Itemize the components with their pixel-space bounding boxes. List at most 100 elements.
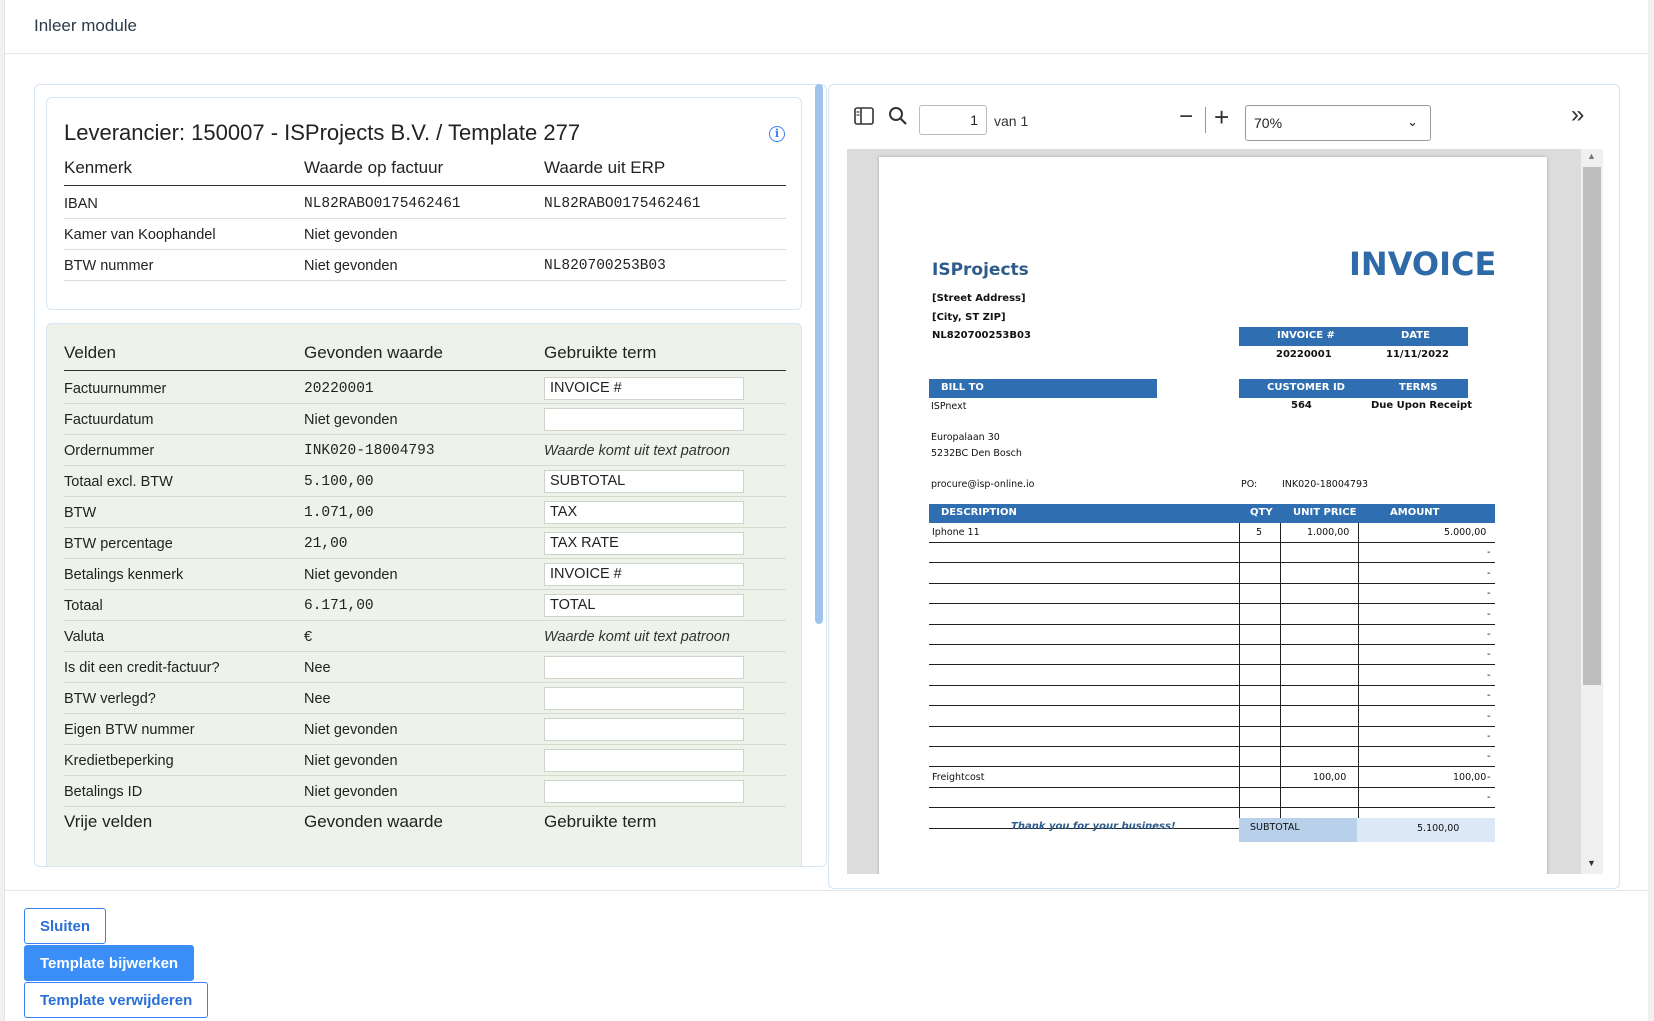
zoom-value: 70% [1254,115,1283,131]
supplier-row-label: IBAN [64,196,98,212]
field-row-label: BTW [64,505,97,521]
pdf-scrollbar[interactable]: ▲ ▼ [1581,149,1603,874]
term-input[interactable]: TAX RATE [544,532,744,555]
supplier-table-header: Kenmerk Waarde op factuur Waarde uit ERP [64,156,786,186]
line1-unit: 1.000,00 [1307,527,1350,538]
background-page-edge-right [1648,0,1654,1021]
date-label: DATE [1401,330,1430,341]
field-row-label: BTW verlegd? [64,691,156,707]
pdf-toolbar: 1 van 1 − + 70% ⌄ » [829,85,1619,149]
more-tools-icon[interactable]: » [1571,101,1584,129]
sidebar-toggle-icon[interactable] [854,107,874,131]
field-row: BTW verlegd? Nee [64,683,786,714]
subtotal-value: 5.100,00 [1417,823,1460,834]
term-input[interactable] [544,687,744,710]
empty-amount-dash: - [1487,792,1491,804]
line1-amount: 5.000,00 [1444,527,1487,538]
term-input[interactable] [544,408,744,431]
col-description: DESCRIPTION [941,507,1017,518]
zoom-in-icon[interactable]: + [1214,102,1229,133]
supplier-row-invoice: Niet gevonden [304,227,398,243]
col-amount: AMOUNT [1390,507,1440,518]
field-row-value: 21,00 [304,536,348,552]
term-input[interactable]: TOTAL [544,594,744,617]
close-button[interactable]: Sluiten [24,908,107,944]
freight-unit: 100,00 [1313,772,1347,784]
field-row-label: Ordernummer [64,443,155,459]
field-row-value: Nee [304,660,331,676]
pdf-panel: 1 van 1 − + 70% ⌄ » ISProjects INVOICE [… [828,84,1620,889]
field-row-value: Niet gevonden [304,567,398,583]
terms-value: Due Upon Receipt [1371,400,1472,411]
field-row: Totaal 6.171,00 TOTAL [64,590,786,621]
empty-amount-dash: - [1487,731,1491,742]
field-row-label: Valuta [64,629,105,645]
grid-line [929,644,1495,645]
inleer-modal: Inleer module Leverancier: 150007 - ISPr… [0,0,1654,1021]
field-row-note: Waarde komt uit text patroon [544,629,730,645]
left-panel[interactable]: Leverancier: 150007 - ISProjects B.V. / … [34,84,827,867]
pdf-scroll-thumb[interactable] [1583,167,1601,685]
grid-line [929,603,1495,605]
term-input[interactable]: INVOICE # [544,377,744,400]
invoice-heading: INVOICE [1349,245,1497,283]
grid-line [929,705,1495,707]
po-value: INK020-18004793 [1282,479,1369,490]
field-row-value: Nee [304,691,331,707]
term-input[interactable] [544,749,744,772]
supplier-row-label: BTW nummer [64,258,154,274]
chevron-down-icon: ⌄ [1407,114,1418,129]
empty-amount-dash: - [1487,649,1491,661]
term-input[interactable] [544,718,744,741]
grid-line [929,684,1495,686]
search-icon[interactable] [888,106,908,132]
supplier-row-invoice: NL82RABO0175462461 [304,196,461,212]
col-gevonden-waarde: Gevonden waarde [304,343,443,362]
empty-amount-dash: - [1487,588,1491,600]
thanks-text: Thank you for your business! [1011,821,1176,832]
freight-desc: Freightcost [932,772,985,784]
field-row-value: Niet gevonden [304,412,398,428]
term-input[interactable]: SUBTOTAL [544,470,744,493]
modal-footer-divider [5,890,1648,891]
scroll-up-icon[interactable]: ▲ [1587,151,1596,161]
field-row: Eigen BTW nummer Niet gevonden [64,714,786,745]
supplier-title: Leverancier: 150007 - ISProjects B.V. / … [64,120,581,145]
delete-template-button[interactable]: Template verwijderen [24,982,209,1018]
empty-amount-dash: - [1487,710,1491,722]
invoice-meta-header: INVOICE # DATE [1239,327,1468,346]
info-icon[interactable]: i [769,126,785,142]
empty-amount-dash: - [1487,547,1491,559]
col-unit-price: UNIT PRICE [1293,507,1357,518]
background-page-edge [0,0,5,1021]
scroll-down-icon[interactable]: ▼ [1587,858,1596,868]
pdf-viewer[interactable]: ISProjects INVOICE [Street Address] [Cit… [847,149,1603,874]
field-row-value: 6.171,00 [304,598,374,614]
grid-line [929,766,1495,768]
grid-line [929,542,1495,543]
update-template-button[interactable]: Template bijwerken [24,945,195,981]
freight-amount: 100,00 [1453,772,1487,784]
field-row-label: Betalings ID [64,784,143,800]
invoice-address2: [City, ST ZIP] [932,312,1006,323]
line-items-header: DESCRIPTION QTY UNIT PRICE AMOUNT [929,504,1495,523]
term-input[interactable] [544,656,744,679]
bill-address2: 5232BC Den Bosch [931,448,1022,459]
bill-to-name: ISPnext [931,401,967,412]
page-number-input[interactable]: 1 [919,105,987,135]
invoice-no-value: 20220001 [1276,349,1332,360]
zoom-select[interactable]: 70% ⌄ [1245,105,1431,141]
line1-desc: Iphone 11 [932,527,980,538]
field-row-value: 1.071,00 [304,505,374,521]
term-input[interactable]: TAX [544,501,744,524]
field-row-value: Niet gevonden [304,753,398,769]
term-input[interactable] [544,780,744,803]
empty-amount-dash: - [1487,771,1491,783]
zoom-out-icon[interactable]: − [1179,103,1193,131]
left-panel-scrollbar[interactable] [815,84,823,624]
field-row: Factuurnummer 20220001 INVOICE # [64,373,786,404]
term-input[interactable]: INVOICE # [544,563,744,586]
empty-amount-dash: - [1487,608,1491,620]
supplier-row-erp: NL82RABO0175462461 [544,196,701,212]
field-row-value: 20220001 [304,381,374,397]
